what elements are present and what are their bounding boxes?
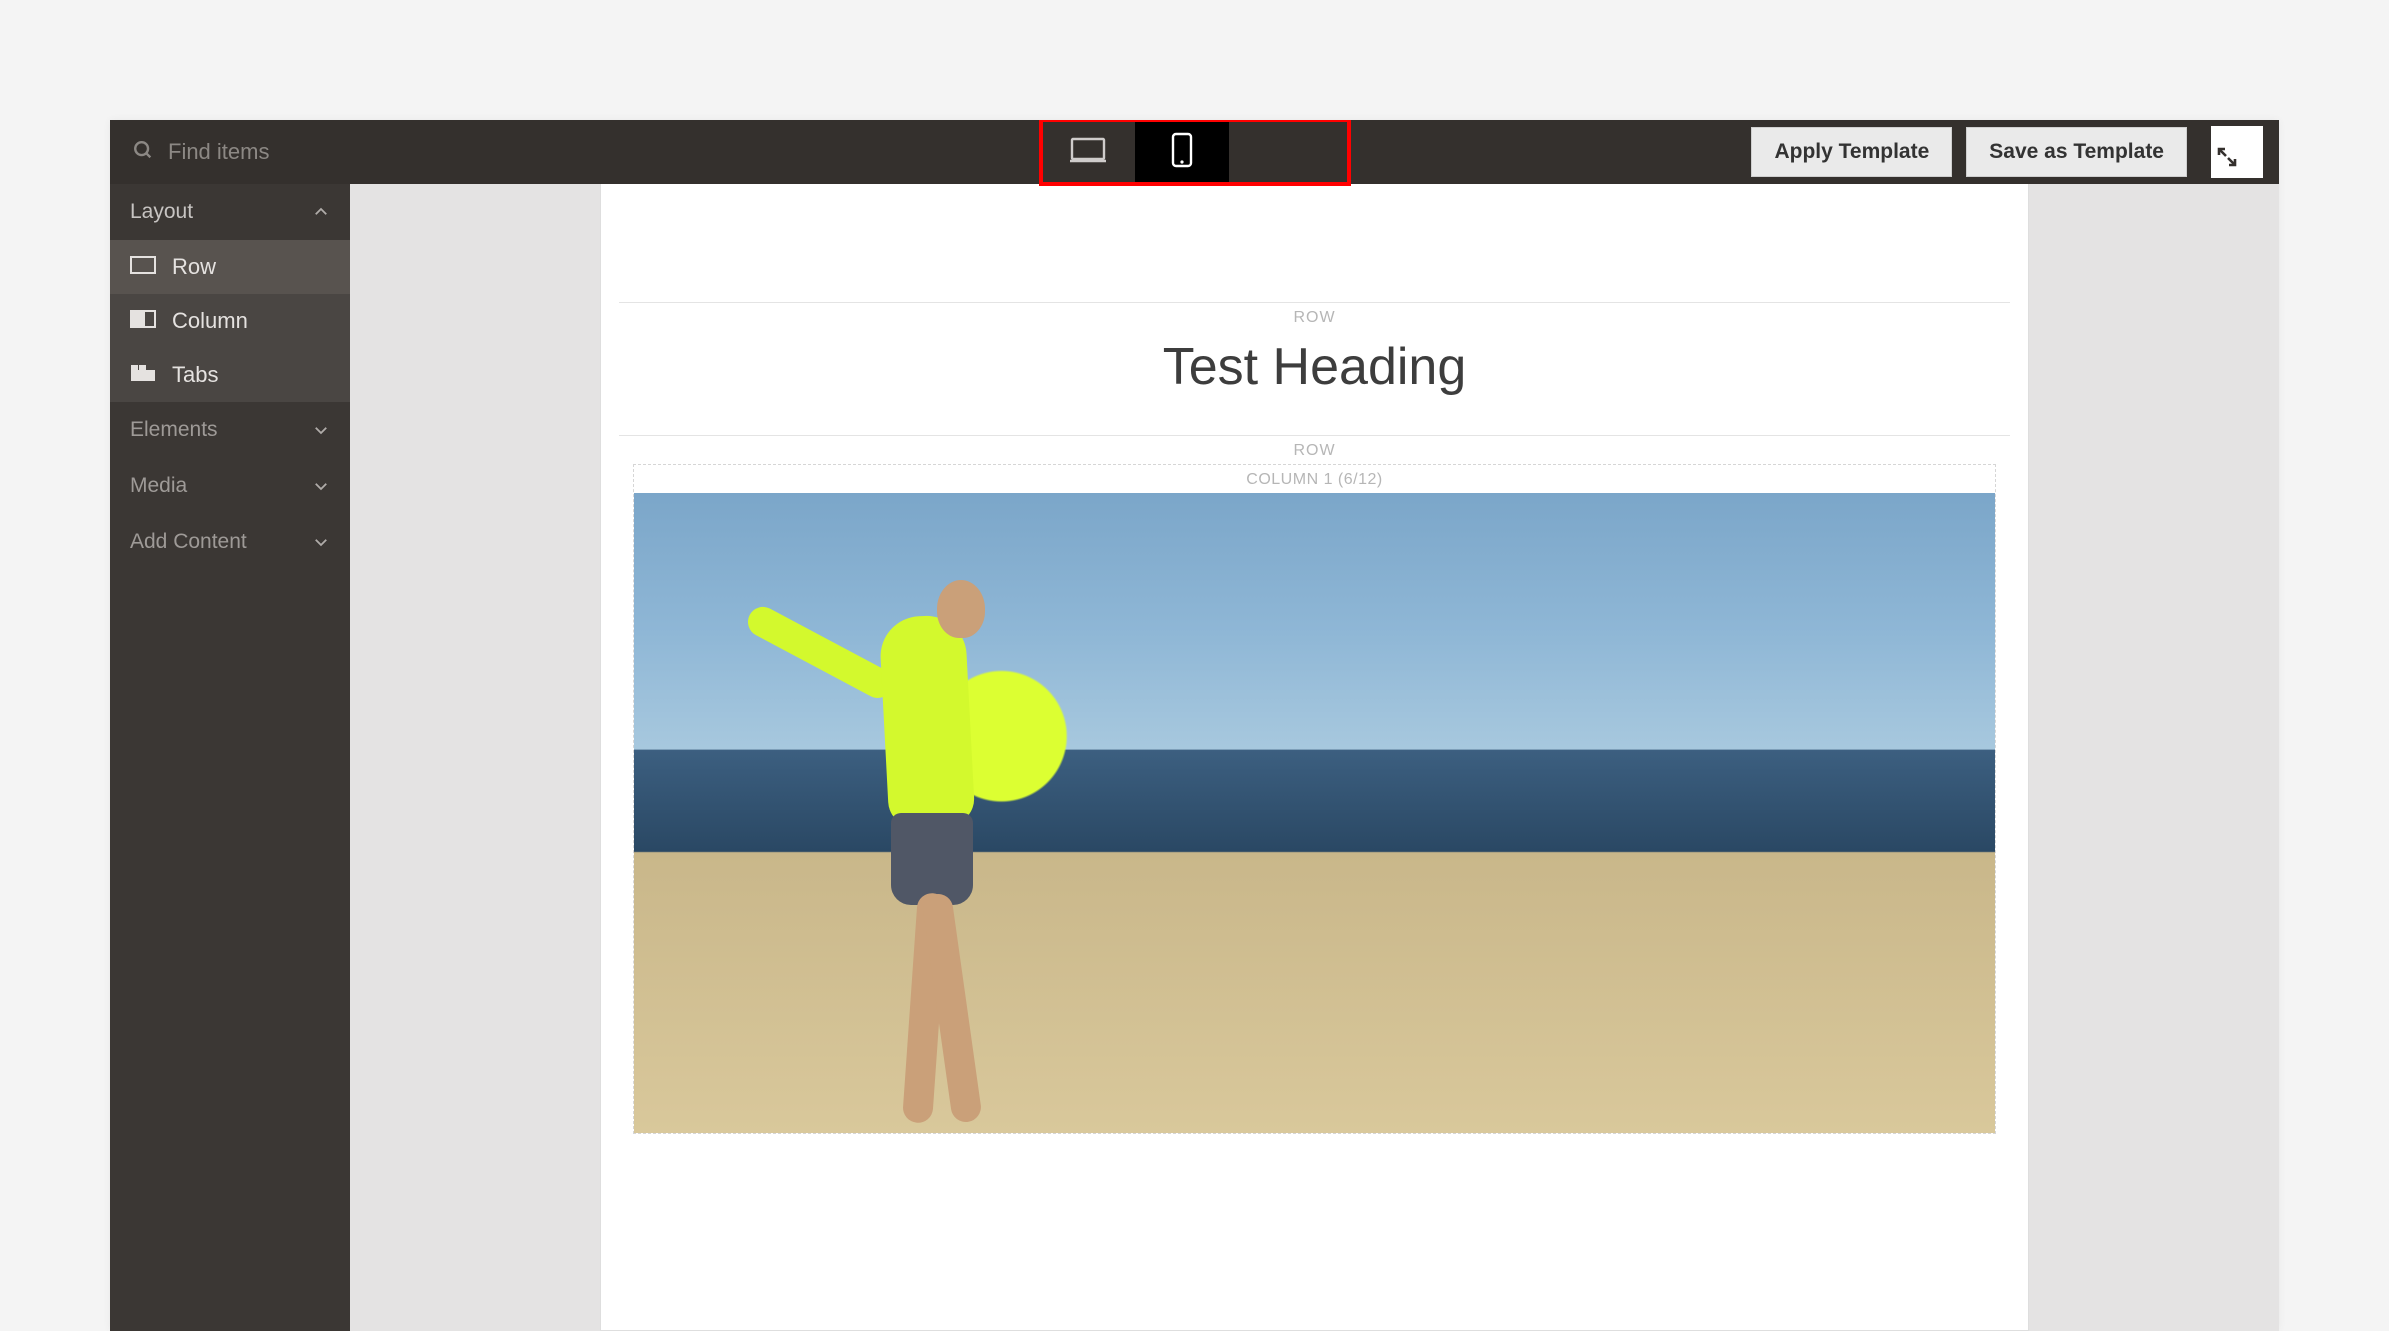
sidebar-item-tabs[interactable]: Tabs bbox=[110, 348, 350, 402]
group-label: Elements bbox=[130, 418, 218, 442]
group-label: Layout bbox=[130, 200, 193, 224]
fullscreen-toggle[interactable] bbox=[2211, 126, 2263, 178]
row-icon bbox=[130, 254, 156, 280]
viewport-mobile-button[interactable] bbox=[1135, 120, 1229, 184]
image-figure bbox=[838, 506, 1028, 1120]
column-icon bbox=[130, 308, 156, 334]
chevron-down-icon bbox=[312, 421, 330, 439]
sidebar-item-label: Row bbox=[172, 254, 216, 280]
canvas[interactable]: ROW Test Heading ROW COLUMN 1 (6/12) bbox=[600, 184, 2029, 1331]
desktop-icon bbox=[1068, 135, 1108, 170]
topbar: Apply Template Save as Template bbox=[110, 120, 2279, 184]
app-body: Layout Row Column bbox=[110, 184, 2279, 1331]
group-header-layout[interactable]: Layout bbox=[110, 184, 350, 240]
group-label: Media bbox=[130, 474, 187, 498]
canvas-free-space[interactable] bbox=[619, 202, 2010, 282]
tabs-icon bbox=[130, 362, 156, 388]
group-header-media[interactable]: Media bbox=[110, 458, 350, 514]
viewport-desktop-button[interactable] bbox=[1041, 120, 1135, 184]
search-icon bbox=[132, 139, 154, 166]
row-label: ROW bbox=[619, 435, 2010, 464]
column-label: COLUMN 1 (6/12) bbox=[634, 465, 1995, 493]
save-template-button[interactable]: Save as Template bbox=[1966, 127, 2187, 177]
chevron-down-icon bbox=[312, 477, 330, 495]
search-input[interactable] bbox=[168, 139, 328, 165]
topbar-actions: Apply Template Save as Template bbox=[1751, 120, 2279, 184]
viewport-switcher-highlight bbox=[1041, 120, 1349, 184]
group-header-elements[interactable]: Elements bbox=[110, 402, 350, 458]
page-builder-app: Apply Template Save as Template Layout bbox=[110, 120, 2279, 1331]
column-1[interactable]: COLUMN 1 (6/12) bbox=[633, 464, 1996, 1134]
row-label: ROW bbox=[619, 302, 2010, 331]
chevron-down-icon bbox=[312, 533, 330, 551]
chevron-up-icon bbox=[312, 203, 330, 221]
sidebar-item-column[interactable]: Column bbox=[110, 294, 350, 348]
group-items-layout: Row Column Tabs bbox=[110, 240, 350, 402]
heading-text[interactable]: Test Heading bbox=[619, 331, 2010, 415]
row-2[interactable]: ROW COLUMN 1 (6/12) bbox=[619, 435, 2010, 1134]
sidebar-item-label: Column bbox=[172, 308, 248, 334]
group-header-add-content[interactable]: Add Content bbox=[110, 514, 350, 570]
sidebar-item-label: Tabs bbox=[172, 362, 218, 388]
sidebar-item-row[interactable]: Row bbox=[110, 240, 350, 294]
canvas-viewport: ROW Test Heading ROW COLUMN 1 (6/12) bbox=[350, 184, 2279, 1331]
apply-template-button[interactable]: Apply Template bbox=[1751, 127, 1952, 177]
sidebar: Layout Row Column bbox=[110, 184, 350, 1331]
row-1[interactable]: ROW Test Heading bbox=[619, 302, 2010, 415]
fullscreen-icon bbox=[2217, 147, 2237, 172]
search-container bbox=[110, 120, 350, 184]
group-label: Add Content bbox=[130, 530, 247, 554]
hero-image[interactable] bbox=[634, 493, 1995, 1133]
mobile-icon bbox=[1171, 132, 1193, 173]
